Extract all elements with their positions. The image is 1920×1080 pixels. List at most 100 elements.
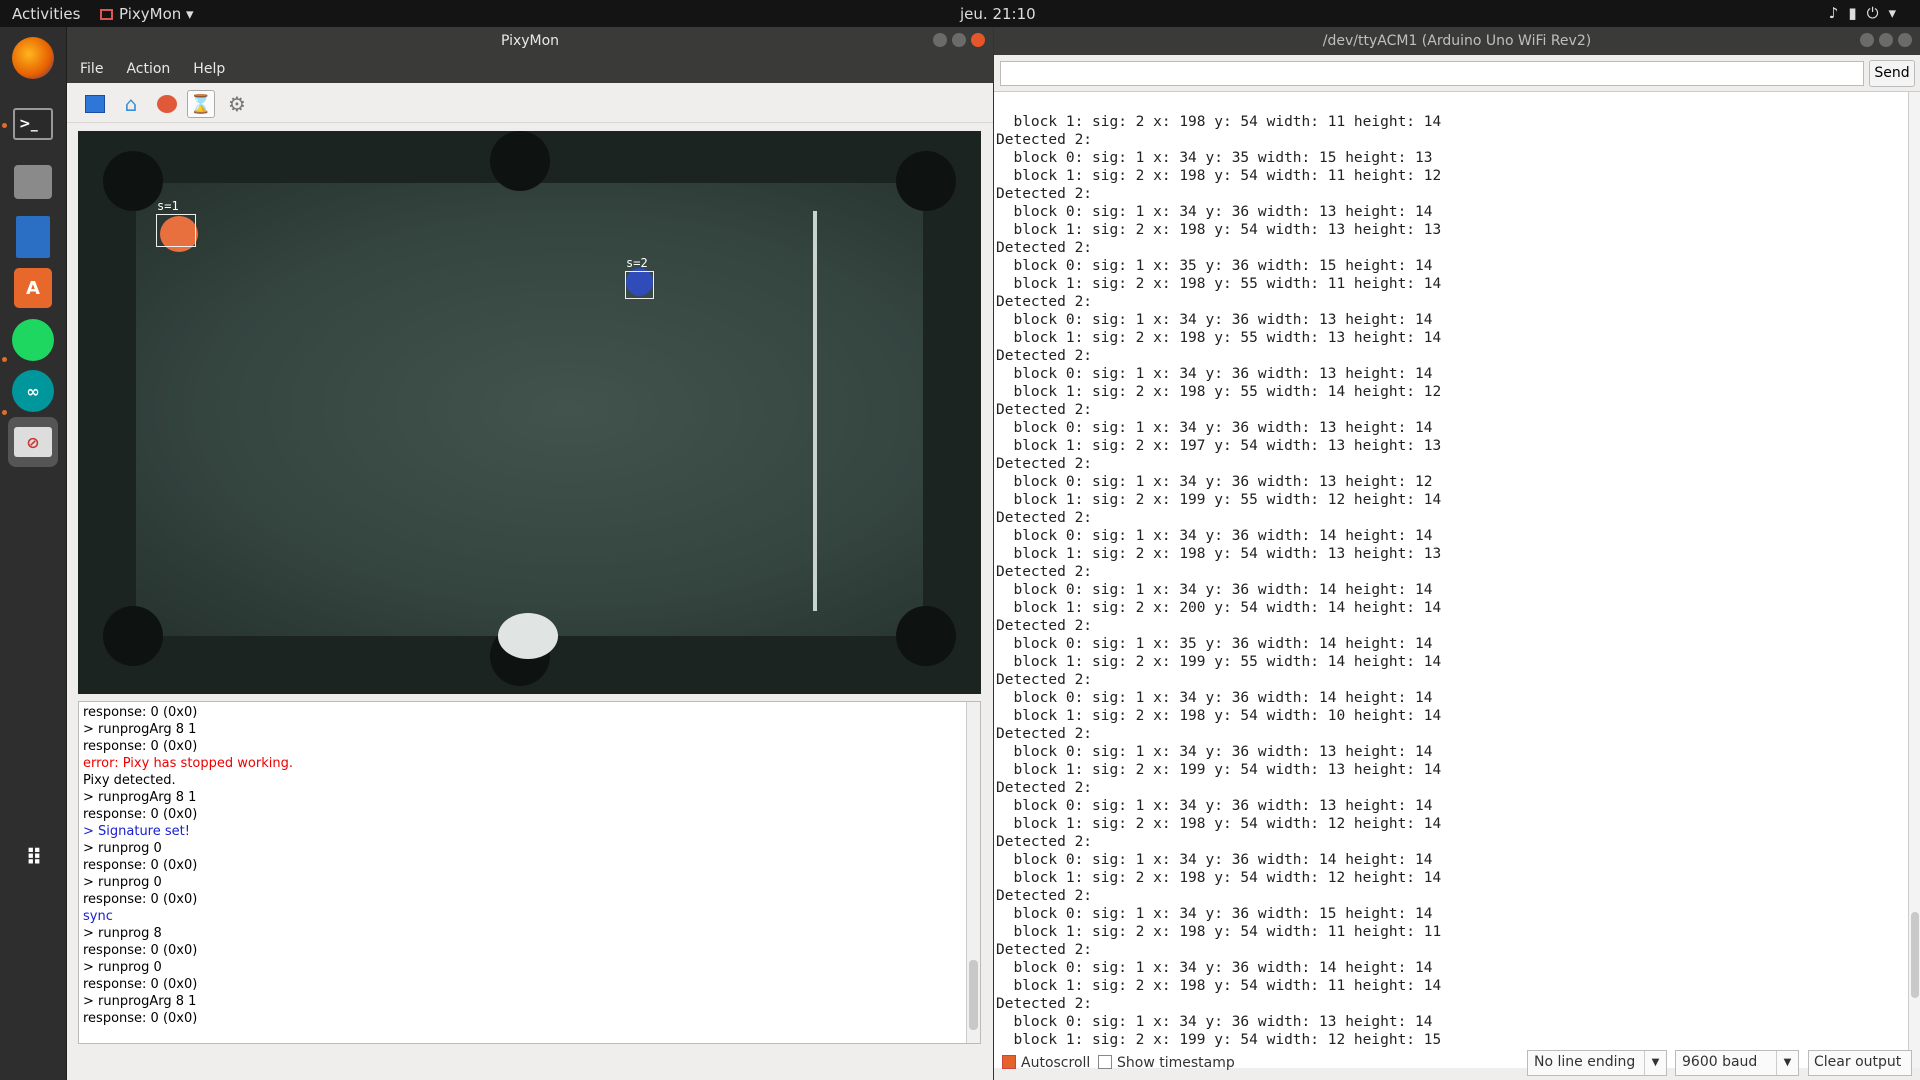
- serial-line: block 0: sig: 1 x: 34 y: 36 width: 13 he…: [996, 474, 1433, 490]
- firefox-launcher[interactable]: [8, 33, 58, 83]
- settings-button[interactable]: ⚙: [223, 90, 251, 118]
- console-line: > runprog 0: [83, 875, 162, 890]
- serial-line: Detected 2:: [996, 240, 1093, 256]
- pocket: [896, 151, 956, 211]
- table-line: [813, 211, 817, 611]
- serial-line: block 0: sig: 1 x: 34 y: 36 width: 15 he…: [996, 906, 1433, 922]
- terminal-launcher[interactable]: >_: [8, 99, 58, 149]
- serial-line: Detected 2:: [996, 186, 1093, 202]
- autoscroll-checkbox[interactable]: Autoscroll: [1002, 1055, 1090, 1071]
- signature-1-box: [156, 214, 196, 247]
- send-button[interactable]: Send: [1869, 60, 1915, 87]
- clock[interactable]: jeu. 21:10: [960, 5, 1036, 23]
- scroll-thumb[interactable]: [1911, 912, 1919, 998]
- top-bar: Activities PixyMon ▾ jeu. 21:10 ♪▮⏻▾: [0, 0, 1920, 27]
- pixymon-titlebar[interactable]: PixyMon: [67, 27, 993, 55]
- serial-footer: Autoscroll Show timestamp No line ending…: [994, 1046, 1920, 1080]
- console-scrollbar[interactable]: [966, 702, 980, 1043]
- configure-signatures-button[interactable]: [153, 90, 181, 118]
- writer-launcher[interactable]: [8, 212, 58, 262]
- timestamp-checkbox[interactable]: Show timestamp: [1098, 1055, 1235, 1071]
- serial-line: block 1: sig: 2 x: 198 y: 54 width: 11 h…: [996, 978, 1442, 994]
- console-line: response: 0 (0x0): [83, 705, 198, 720]
- spotify-icon: [12, 319, 54, 361]
- running-indicator: [2, 123, 7, 128]
- menu-action[interactable]: Action: [113, 55, 180, 77]
- serial-line: Detected 2:: [996, 942, 1093, 958]
- line-ending-select[interactable]: No line ending ▼: [1527, 1050, 1667, 1076]
- serial-input[interactable]: [1000, 61, 1864, 86]
- console-line: > runprogArg 8 1: [83, 722, 197, 737]
- show-apps-button[interactable]: ⠿: [8, 833, 58, 883]
- battery-icon: ▮: [1848, 4, 1867, 22]
- serial-line: block 0: sig: 1 x: 34 y: 36 width: 13 he…: [996, 798, 1433, 814]
- serial-line: Detected 2:: [996, 402, 1093, 418]
- serial-line: block 0: sig: 1 x: 34 y: 36 width: 13 he…: [996, 744, 1433, 760]
- minimize-button[interactable]: [1860, 33, 1874, 47]
- table-surface: [136, 183, 923, 636]
- serial-line: block 1: sig: 2 x: 199 y: 55 width: 12 h…: [996, 492, 1442, 508]
- console-line: response: 0 (0x0): [83, 892, 198, 907]
- serial-line: block 0: sig: 1 x: 34 y: 36 width: 13 he…: [996, 420, 1433, 436]
- chevron-down-icon: ▼: [1644, 1051, 1666, 1075]
- serial-line: Detected 2:: [996, 834, 1093, 850]
- arduino-launcher[interactable]: ∞: [8, 366, 58, 416]
- autoscroll-label: Autoscroll: [1021, 1055, 1091, 1071]
- pixymon-icon: ⊘: [14, 427, 52, 457]
- serial-monitor-window: /dev/ttyACM1 (Arduino Uno WiFi Rev2) Sen…: [993, 27, 1920, 1080]
- pixymon-launcher[interactable]: ⊘: [8, 417, 58, 467]
- video-icon: [85, 95, 105, 113]
- serial-line: Detected 2:: [996, 888, 1093, 904]
- serial-line: block 0: sig: 1 x: 34 y: 36 width: 14 he…: [996, 960, 1433, 976]
- signature-2-label: s=2: [626, 256, 648, 270]
- serial-line: block 1: sig: 2 x: 199 y: 54 width: 13 h…: [996, 762, 1442, 778]
- serial-line: Detected 2:: [996, 726, 1093, 742]
- serial-line: block 1: sig: 2 x: 198 y: 55 width: 13 h…: [996, 330, 1442, 346]
- files-launcher[interactable]: [8, 157, 58, 207]
- serial-lines: block 1: sig: 2 x: 198 y: 54 width: 11 h…: [996, 113, 1441, 1049]
- running-indicator: [2, 357, 7, 362]
- volume-icon: ♪: [1828, 4, 1849, 22]
- signature-icon: [157, 95, 177, 113]
- serial-line: block 0: sig: 1 x: 34 y: 36 width: 14 he…: [996, 690, 1433, 706]
- serial-line: block 1: sig: 2 x: 198 y: 54 width: 10 h…: [996, 708, 1442, 724]
- console-line: response: 0 (0x0): [83, 807, 198, 822]
- scroll-thumb[interactable]: [969, 960, 978, 1030]
- console-output[interactable]: response: 0 (0x0) > runprogArg 8 1 respons…: [78, 701, 981, 1044]
- camera-view[interactable]: s=1 s=2: [78, 131, 981, 694]
- console-line: response: 0 (0x0): [83, 977, 198, 992]
- system-tray[interactable]: ♪▮⏻▾: [1829, 4, 1906, 22]
- menu-file[interactable]: File: [67, 55, 113, 77]
- console-line: response: 0 (0x0): [83, 739, 198, 754]
- menu-help[interactable]: Help: [180, 55, 235, 77]
- power-icon: ⏻▾: [1866, 4, 1906, 22]
- chevron-down-icon: ▼: [1776, 1051, 1798, 1075]
- maximize-button[interactable]: [952, 33, 966, 47]
- home-button[interactable]: ⌂: [117, 90, 145, 118]
- serial-line: block 1: sig: 2 x: 198 y: 54 width: 11 h…: [996, 168, 1442, 184]
- serial-titlebar[interactable]: /dev/ttyACM1 (Arduino Uno WiFi Rev2): [994, 27, 1920, 55]
- close-button[interactable]: [1898, 33, 1912, 47]
- firefox-icon: [12, 37, 54, 79]
- software-launcher[interactable]: A: [8, 263, 58, 313]
- serial-output[interactable]: block 1: sig: 2 x: 198 y: 54 width: 11 h…: [994, 91, 1920, 1068]
- app-menu[interactable]: PixyMon ▾: [100, 5, 194, 23]
- activities-button[interactable]: Activities: [12, 5, 80, 23]
- console-line: sync: [83, 909, 113, 924]
- clear-output-button[interactable]: Clear output: [1808, 1050, 1912, 1076]
- toolbar: ⌂ ⌛ ⚙: [67, 83, 993, 123]
- baud-select[interactable]: 9600 baud ▼: [1675, 1050, 1799, 1076]
- serial-scrollbar[interactable]: [1908, 92, 1920, 1068]
- timestamp-label: Show timestamp: [1117, 1055, 1235, 1071]
- raw-video-button[interactable]: [81, 90, 109, 118]
- close-button[interactable]: [971, 33, 985, 47]
- pixymon-app-icon: [100, 9, 113, 20]
- serial-line: block 0: sig: 1 x: 34 y: 36 width: 13 he…: [996, 366, 1433, 382]
- serial-line: Detected 2:: [996, 564, 1093, 580]
- maximize-button[interactable]: [1879, 33, 1893, 47]
- minimize-button[interactable]: [933, 33, 947, 47]
- stop-button[interactable]: ⌛: [187, 90, 215, 118]
- spotify-launcher[interactable]: [8, 315, 58, 365]
- serial-line: Detected 2:: [996, 348, 1093, 364]
- dock: >_ A ∞ ⊘ ⠿: [0, 27, 67, 1080]
